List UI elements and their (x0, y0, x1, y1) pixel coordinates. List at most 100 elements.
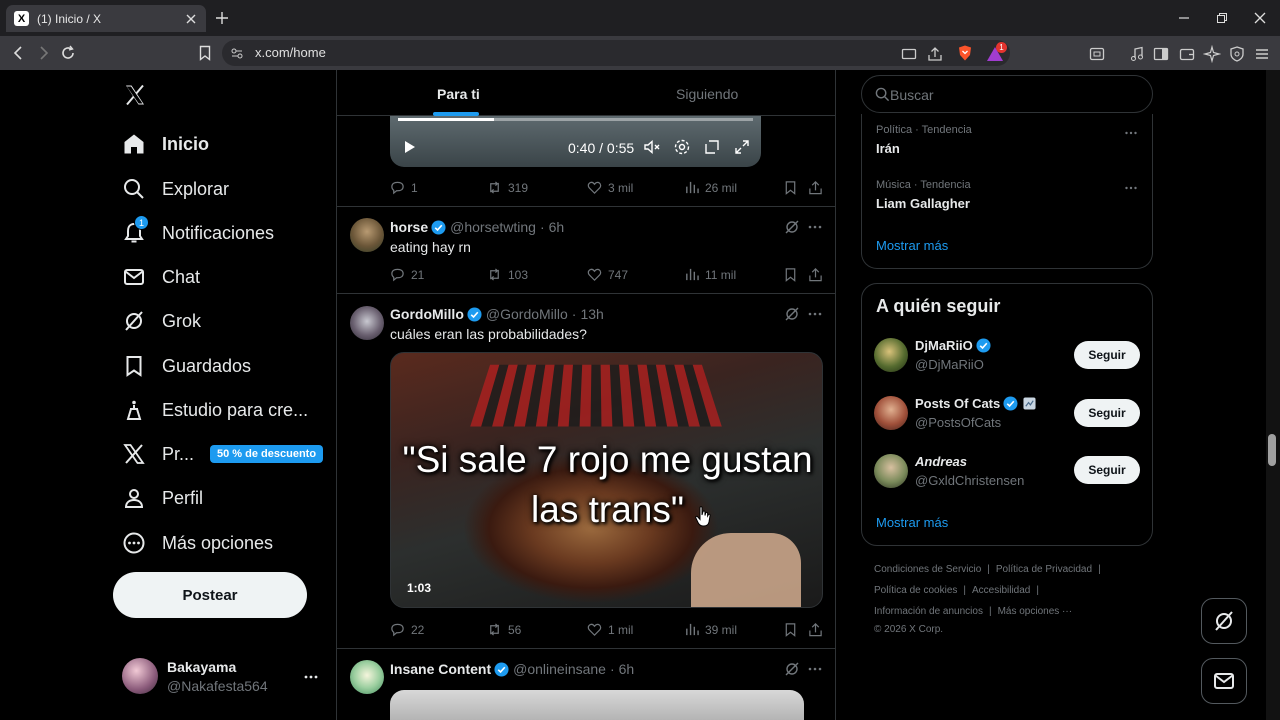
footer-link[interactable]: Información de anuncios (874, 606, 983, 617)
like-button[interactable]: 3 mil (587, 180, 633, 195)
tab-para-ti[interactable]: Para ti (437, 86, 480, 102)
avatar[interactable] (874, 396, 908, 430)
tweet-author-name[interactable]: horse (390, 219, 428, 235)
avatar[interactable] (874, 338, 908, 372)
pip-icon[interactable] (703, 138, 721, 156)
share-icon[interactable] (808, 622, 823, 637)
views-button[interactable]: 26 mil (684, 180, 737, 195)
nav-item-premium[interactable]: Pr... 50 % de descuento (122, 439, 324, 469)
nav-item-chat[interactable]: Chat (122, 262, 200, 292)
avatar[interactable] (350, 660, 384, 694)
nav-item-guardados[interactable]: Guardados (122, 351, 251, 381)
tweet-video[interactable]: "Si sale 7 rojo me gustan las trans" 1:0… (390, 352, 823, 608)
reply-button[interactable]: 22 (390, 622, 424, 637)
media-music-icon[interactable] (1128, 45, 1146, 63)
new-tab-icon[interactable] (214, 10, 230, 26)
reply-button[interactable]: 21 (390, 267, 424, 282)
avatar[interactable] (874, 454, 908, 488)
more-icon[interactable] (302, 668, 320, 686)
nav-item-mas-opciones[interactable]: Más opciones (122, 528, 273, 558)
follow-button[interactable]: Seguir (1074, 341, 1140, 369)
minimize-icon[interactable] (1176, 10, 1192, 26)
more-icon[interactable] (807, 661, 823, 677)
reply-button[interactable]: 1 (390, 180, 418, 195)
share-icon[interactable] (926, 45, 944, 63)
fullscreen-icon[interactable] (733, 138, 751, 156)
nav-item-perfil[interactable]: Perfil (122, 483, 203, 513)
url-text[interactable]: x.com/home (255, 45, 326, 60)
more-icon[interactable] (807, 306, 823, 322)
page-scrollbar[interactable] (1266, 70, 1280, 720)
leo-ai-icon[interactable] (1203, 45, 1221, 63)
rewards-extension[interactable]: 1 (982, 40, 1008, 66)
trends-show-more-link[interactable]: Mostrar más (876, 238, 948, 253)
tweet-image[interactable] (390, 690, 804, 720)
restore-icon[interactable] (1214, 10, 1230, 26)
footer-link[interactable]: Más opciones ··· (998, 606, 1072, 617)
tab-siguiendo[interactable]: Siguiendo (676, 86, 738, 102)
views-button[interactable]: 11 mil (684, 267, 736, 282)
tweet-time[interactable]: 13h (580, 306, 603, 322)
tweet-time[interactable]: 6h (619, 661, 635, 677)
browser-tab[interactable]: X (1) Inicio / X (6, 5, 206, 32)
avatar[interactable] (350, 218, 384, 252)
close-tab-icon[interactable] (184, 12, 198, 26)
nav-item-grok[interactable]: Grok (122, 306, 201, 336)
reload-icon[interactable] (59, 44, 77, 62)
share-icon[interactable] (808, 180, 823, 195)
browser-menu-icon[interactable] (1253, 45, 1271, 63)
close-window-icon[interactable] (1252, 10, 1268, 26)
scrollbar-thumb[interactable] (1268, 434, 1276, 466)
suggestion-name[interactable]: Andreas (915, 454, 967, 469)
discount-badge[interactable]: 50 % de descuento (210, 445, 324, 463)
repost-button[interactable]: 319 (487, 180, 528, 195)
play-icon[interactable] (400, 138, 418, 156)
bookmark-icon[interactable] (783, 180, 798, 195)
grok-icon[interactable] (784, 661, 800, 677)
screenshot-icon[interactable] (1088, 45, 1106, 63)
messages-floating-button[interactable] (1201, 658, 1247, 704)
footer-link[interactable]: Accesibilidad (972, 585, 1030, 596)
grok-icon[interactable] (784, 219, 800, 235)
back-icon[interactable] (10, 44, 28, 62)
tweet-handle[interactable]: @GordoMillo (486, 306, 568, 322)
more-icon[interactable] (1124, 181, 1138, 195)
bookmark-icon[interactable] (783, 267, 798, 282)
nav-item-notificaciones[interactable]: 1 Notificaciones (122, 215, 274, 248)
tweet-author-name[interactable]: GordoMillo (390, 306, 464, 322)
suggestion-name[interactable]: Posts Of Cats (915, 396, 1036, 411)
grok-floating-button[interactable] (1201, 598, 1247, 644)
grok-icon[interactable] (784, 306, 800, 322)
follow-button[interactable]: Seguir (1074, 456, 1140, 484)
video-player[interactable]: 0:40 / 0:55 (390, 116, 761, 167)
tweet-handle[interactable]: @onlineinsane (513, 661, 606, 677)
footer-link[interactable]: Condiciones de Servicio (874, 564, 981, 575)
bookmark-page-icon[interactable] (196, 44, 214, 62)
tweet-handle[interactable]: @horsetwting (450, 219, 536, 235)
brave-shield-icon[interactable] (956, 44, 974, 62)
more-icon[interactable] (1124, 126, 1138, 140)
settings-gear-icon[interactable] (673, 138, 691, 156)
video-progress-bar[interactable] (398, 118, 753, 121)
mute-icon[interactable] (643, 138, 661, 156)
sidebar-toggle-icon[interactable] (1152, 45, 1170, 63)
like-button[interactable]: 747 (587, 267, 628, 282)
views-button[interactable]: 39 mil (684, 622, 737, 637)
vpn-shield-icon[interactable] (1228, 45, 1246, 63)
suggestion-name[interactable]: DjMaRiiO (915, 338, 991, 353)
repost-button[interactable]: 103 (487, 267, 528, 282)
share-icon[interactable] (808, 267, 823, 282)
site-settings-icon[interactable] (230, 46, 244, 60)
wallet-icon[interactable] (1178, 45, 1196, 63)
nav-item-explorar[interactable]: Explorar (122, 174, 229, 204)
tweet-time[interactable]: 6h (549, 219, 565, 235)
post-button[interactable]: Postear (113, 572, 307, 618)
cast-icon[interactable] (900, 45, 918, 63)
tweet-author-name[interactable]: Insane Content (390, 661, 491, 677)
avatar[interactable] (350, 306, 384, 340)
follow-show-more-link[interactable]: Mostrar más (876, 515, 948, 530)
nav-item-estudio[interactable]: Estudio para cre... (122, 395, 308, 425)
search-input[interactable]: Buscar (861, 75, 1153, 113)
like-button[interactable]: 1 mil (587, 622, 633, 637)
nav-item-inicio[interactable]: Inicio (122, 129, 209, 159)
